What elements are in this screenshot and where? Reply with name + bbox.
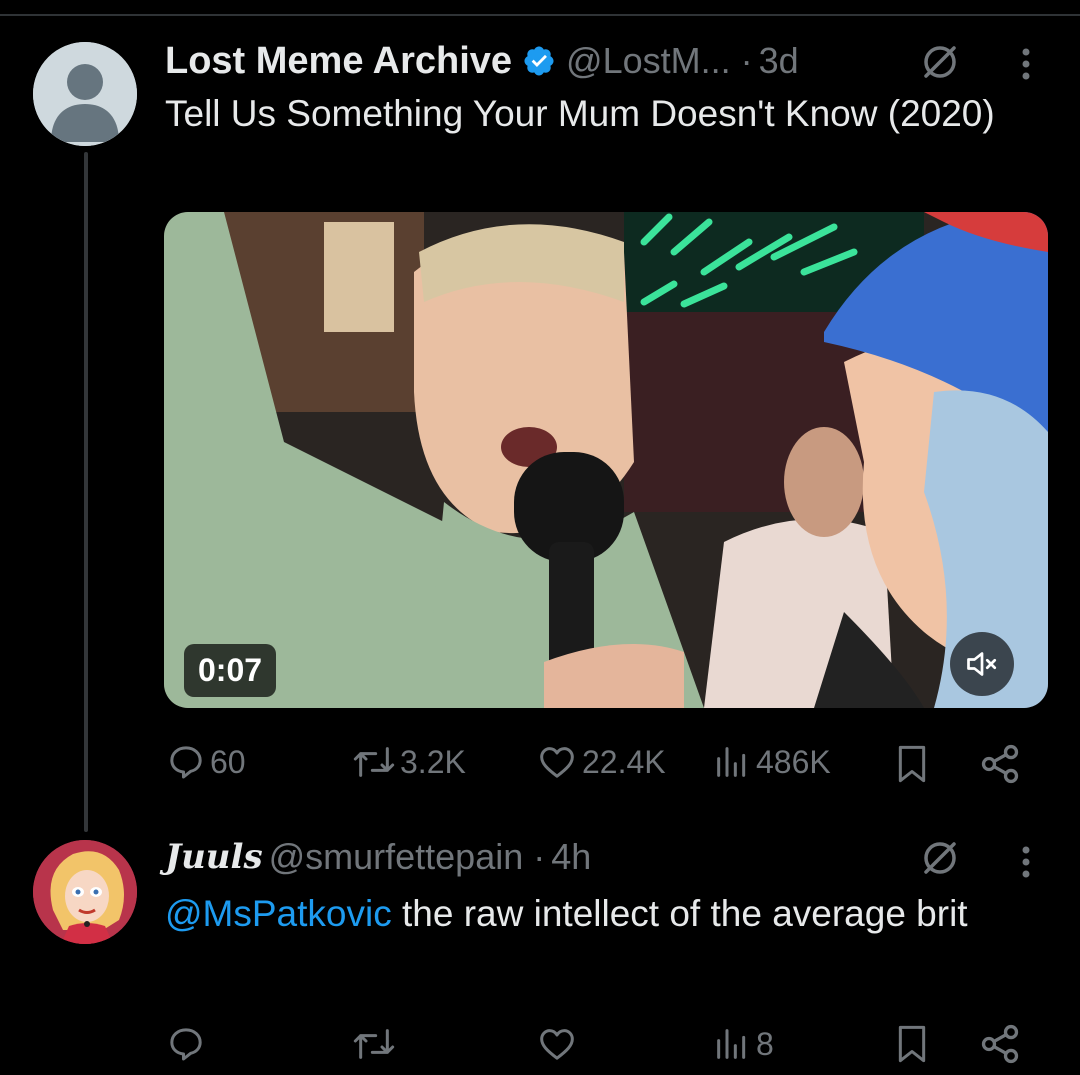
reply-reply-button[interactable]: [166, 1024, 206, 1064]
reply-author-handle[interactable]: @smurfettepain: [269, 836, 524, 878]
mute-icon: [967, 652, 997, 676]
post-text: Tell Us Something Your Mum Doesn't Know …: [165, 93, 995, 134]
reply-mention-link[interactable]: @MsPatkovic: [165, 893, 392, 934]
reply-header: Juuls @smurfettepain · 4h: [165, 834, 591, 880]
reply-grok-icon[interactable]: [920, 838, 960, 878]
mute-button[interactable]: [950, 632, 1014, 696]
reply-views-count: 8: [756, 1025, 774, 1062]
reply-icon: [170, 746, 202, 779]
post-header: Lost Meme Archive @LostM... · 3d: [165, 38, 799, 84]
repost-icon: [353, 1029, 395, 1059]
repost-icon: [353, 747, 395, 777]
video-player[interactable]: 0:07: [164, 212, 1048, 708]
views-icon: [717, 747, 746, 777]
avatar[interactable]: [33, 42, 137, 146]
like-button[interactable]: 22.4K: [536, 742, 666, 782]
thread-connector: [84, 152, 88, 832]
reply-separator-dot: ·: [533, 836, 546, 877]
views-icon: [717, 1029, 746, 1059]
author-name[interactable]: Lost Meme Archive: [165, 40, 512, 83]
reply-views-button[interactable]: 8: [712, 1024, 774, 1064]
reply-time[interactable]: 4h: [551, 836, 591, 878]
reply-like-button[interactable]: [536, 1024, 578, 1064]
reply-repost-button[interactable]: [352, 1024, 396, 1064]
views-count: 486K: [756, 743, 831, 780]
author-handle[interactable]: @LostM...: [566, 40, 731, 82]
reply-author-name[interactable]: Juuls: [165, 837, 263, 877]
reply-text: @MsPatkovic the raw intellect of the ave…: [165, 888, 1045, 940]
repost-count: 3.2K: [400, 743, 466, 780]
reply-share-button[interactable]: [978, 1022, 1022, 1066]
like-icon: [540, 1029, 574, 1060]
share-button[interactable]: [978, 742, 1022, 786]
reply-count: 60: [210, 743, 246, 780]
share-icon: [981, 1024, 1019, 1064]
bookmark-icon: [898, 745, 926, 783]
views-button[interactable]: 486K: [712, 742, 831, 782]
top-divider: [0, 14, 1080, 16]
post-time[interactable]: 3d: [759, 40, 799, 82]
reply-avatar[interactable]: [33, 840, 137, 944]
video-duration: 0:07: [184, 644, 277, 697]
like-count: 22.4K: [582, 743, 666, 780]
more-icon[interactable]: [1020, 44, 1032, 84]
verified-badge-icon[interactable]: [522, 44, 556, 78]
bookmark-button[interactable]: [892, 742, 932, 786]
reply-body: the raw intellect of the average brit: [391, 893, 968, 934]
reply-icon: [170, 1028, 202, 1061]
reply-more-icon[interactable]: [1020, 842, 1032, 882]
reply-button[interactable]: 60: [166, 742, 246, 782]
video-frame: [164, 212, 1048, 708]
bookmark-icon: [898, 1025, 926, 1063]
grok-icon[interactable]: [920, 42, 960, 82]
repost-button[interactable]: 3.2K: [352, 742, 466, 782]
reply-bookmark-button[interactable]: [892, 1022, 932, 1066]
separator-dot: ·: [740, 40, 753, 81]
share-icon: [981, 744, 1019, 784]
like-icon: [540, 747, 574, 778]
